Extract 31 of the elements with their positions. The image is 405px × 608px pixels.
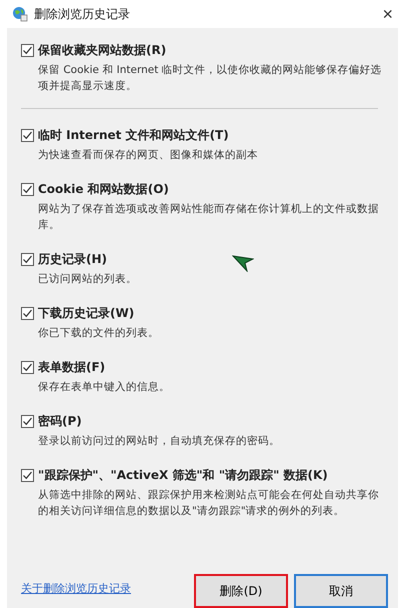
- checkbox[interactable]: [21, 415, 34, 428]
- option-label[interactable]: 表单数据(F): [38, 359, 106, 376]
- window-title: 删除浏览历史记录: [34, 6, 131, 22]
- option-description: 网站为了保存首选项或改善网站性能而存储在你计算机上的文件或数据库。: [38, 202, 380, 233]
- delete-button[interactable]: 删除(D): [194, 574, 288, 608]
- option-label[interactable]: 历史记录(H): [38, 251, 108, 268]
- option-label[interactable]: 临时 Internet 文件和网站文件(T): [38, 127, 229, 144]
- option-description: 为快速查看而保存的网页、图像和媒体的副本: [38, 148, 259, 163]
- globe-icon: [12, 6, 28, 22]
- option-description: 保存在表单中键入的信息。: [38, 380, 171, 395]
- option-description: 你已下载的文件的列表。: [38, 326, 160, 341]
- option-description: 登录以前访问过的网站时，自动填充保存的密码。: [38, 434, 281, 449]
- checkbox[interactable]: [21, 44, 34, 57]
- option-label[interactable]: 保留收藏夹网站数据(R): [38, 42, 166, 59]
- checkbox[interactable]: [21, 129, 34, 142]
- option-description: 保留 Cookie 和 Internet 临时文件，以使你收藏的网站能够保存偏好选项并提高显示速度。: [38, 63, 383, 94]
- close-button[interactable]: ×: [378, 4, 397, 24]
- checkbox[interactable]: [21, 183, 34, 196]
- cancel-button[interactable]: 取消: [294, 574, 388, 608]
- help-link[interactable]: 关于删除浏览历史记录: [21, 581, 131, 596]
- checkbox[interactable]: [21, 253, 34, 266]
- option-description: 已访问网站的列表。: [38, 272, 138, 287]
- cursor-icon: [232, 254, 254, 272]
- checkbox[interactable]: [21, 361, 34, 374]
- checkbox[interactable]: [21, 469, 34, 482]
- option-label[interactable]: Cookie 和网站数据(O): [38, 181, 169, 198]
- option-description: 从筛选中排除的网站、跟踪保护用来检测站点可能会在何处自动共享你的相关访问详细信息的数据以及"请勿跟踪"请求的例外的列表。: [38, 488, 380, 519]
- option-label[interactable]: "跟踪保护"、"ActiveX 筛选"和 "请勿跟踪" 数据(K): [38, 467, 328, 484]
- option-label[interactable]: 密码(P): [38, 413, 82, 430]
- option-label[interactable]: 下载历史记录(W): [38, 305, 134, 322]
- checkbox[interactable]: [21, 307, 34, 320]
